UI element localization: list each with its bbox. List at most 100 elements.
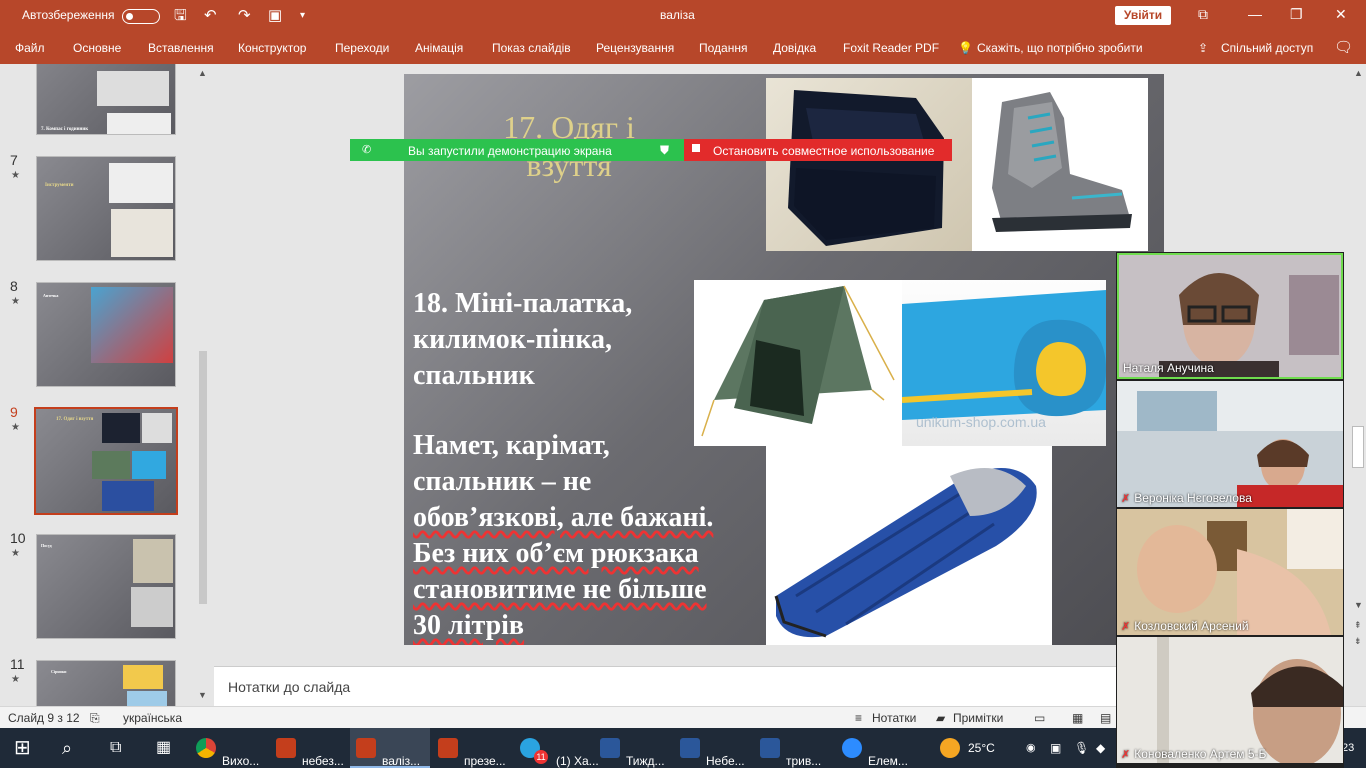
participant-name: ✗ Козловский Арсений (1121, 619, 1249, 633)
taskbar-item[interactable]: Елем... (838, 728, 918, 768)
slide-thumbnails-panel[interactable]: 7. Компас і годинник 7 ★ Інструменти 8 ★… (0, 64, 212, 706)
taskbar-item-active[interactable]: валіз... (350, 728, 430, 768)
ribbon-tabs: Файл Основне Вставлення Конструктор Пере… (0, 32, 1366, 64)
tab-transitions[interactable]: Переходи (335, 41, 389, 55)
calculator-icon[interactable]: ▦ (156, 728, 171, 768)
reading-view-icon[interactable]: ▤ (1100, 711, 1111, 725)
autosave-label: Автозбереження (22, 8, 115, 22)
tray-icon[interactable]: ◆ (1096, 728, 1105, 768)
tab-insert[interactable]: Вставлення (148, 41, 214, 55)
thumbnails-scrollbar[interactable]: ▲ ▼ (196, 64, 210, 706)
taskbar-item[interactable]: трив... (756, 728, 834, 768)
present-icon[interactable]: ▣ (268, 6, 282, 26)
slide-thumbnail[interactable]: 7. Компас і годинник (36, 64, 176, 135)
participant-name: Наталя Анучина (1123, 361, 1214, 375)
powerpoint-icon (276, 738, 296, 758)
body-line: обов’язкові, але бажані. (413, 502, 714, 533)
slide-number: 7 (10, 152, 18, 168)
normal-view-icon[interactable]: ▭ (1034, 711, 1045, 725)
undo-icon[interactable]: ↶ (204, 6, 217, 26)
share-icon[interactable]: ⇪ (1198, 41, 1208, 55)
comment-icon[interactable]: ▰ (936, 711, 945, 725)
microphone-icon[interactable]: 🎙 (1074, 728, 1089, 768)
qat-more-icon[interactable]: ▾ (300, 6, 305, 26)
redo-icon[interactable]: ↷ (238, 6, 251, 26)
notes-icon[interactable]: ≡ (855, 711, 862, 725)
slide-thumbnail[interactable]: Сірники (36, 660, 176, 706)
animation-star-icon: ★ (11, 296, 20, 307)
language-indicator[interactable]: українська (123, 711, 182, 725)
notes-toggle[interactable]: Нотатки (872, 711, 916, 725)
taskbar-item[interactable]: 11 (1) Ха... (514, 728, 599, 768)
taskbar-item[interactable]: небез... (270, 728, 348, 768)
autosave-toggle[interactable] (122, 9, 160, 24)
weather-temp[interactable]: 25°C (968, 741, 995, 755)
muted-mic-icon: ✗ (1121, 749, 1131, 761)
minimize-icon[interactable]: — (1248, 6, 1262, 22)
notes-pane[interactable]: Нотатки до слайда (214, 666, 1116, 706)
slide-number: 10 (10, 530, 26, 546)
taskbar-item[interactable]: Небе... (676, 728, 754, 768)
slide-thumbnail-selected[interactable]: 17. Одяг і взуття (34, 407, 178, 515)
tab-design[interactable]: Конструктор (238, 41, 306, 55)
video-participants-panel: Наталя Анучина ✗ Вероніка Нєговелова ✗ Коз… (1116, 252, 1344, 768)
tab-review[interactable]: Рецензування (596, 41, 674, 55)
comments-toggle[interactable]: Примітки (953, 711, 1003, 725)
taskbar-item[interactable]: Вихо... (190, 728, 268, 768)
tab-animations[interactable]: Анімація (415, 41, 463, 55)
slide-heading[interactable]: 18. Міні-палатка, килимок-пінка, спальни… (413, 286, 703, 394)
participant-video[interactable]: ✗ Вероніка Нєговелова (1117, 381, 1343, 507)
comments-icon[interactable]: 🗨 (1334, 38, 1353, 56)
shield-icon: ⛊ (660, 143, 670, 157)
signin-button[interactable]: Увійти (1115, 6, 1171, 25)
stop-share-button[interactable]: Остановить совместное использование (684, 139, 952, 161)
weather-icon[interactable] (940, 738, 960, 758)
slide-thumbnail[interactable]: Аптечка (36, 282, 176, 387)
tab-slideshow[interactable]: Показ слайдів (492, 41, 571, 55)
sleeping-mat-photo[interactable]: unikum-shop.com.ua (902, 280, 1106, 446)
powerpoint-icon (356, 738, 376, 758)
tray-icon[interactable]: ▣ (1050, 728, 1061, 768)
chrome-icon (196, 738, 216, 758)
tab-home[interactable]: Основне (73, 41, 121, 55)
body-line: спальник – не (413, 466, 592, 497)
animation-star-icon: ★ (11, 674, 20, 685)
slide-thumbnail[interactable]: Інструменти (36, 156, 176, 261)
taskbar-item[interactable]: презе... (432, 728, 512, 768)
participant-video[interactable]: Наталя Анучина (1117, 253, 1343, 379)
slide-number: 9 (10, 404, 18, 420)
body-line: 30 літрів (413, 610, 525, 641)
participant-video[interactable]: ✗ Козловский Арсений (1117, 509, 1343, 635)
ribbon-options-icon[interactable]: ⧉ (1198, 6, 1208, 23)
animation-star-icon: ★ (11, 422, 20, 433)
windows-start-icon[interactable]: ⊞ (14, 728, 31, 768)
hiking-boot-photo[interactable] (972, 78, 1148, 251)
participant-video[interactable]: ✗ Коноваленко Артем 5-Б (1117, 637, 1343, 763)
tell-me-search[interactable]: Скажіть, що потрібно зробити (977, 41, 1143, 55)
slide-scrollbar[interactable]: ▲ ▼ ⇞ ⇟ (1350, 64, 1366, 706)
sleeping-bag-photo[interactable] (766, 446, 1052, 645)
tab-view[interactable]: Подання (699, 41, 747, 55)
phone-icon: ✆ (362, 144, 372, 156)
slide-body-text[interactable]: Намет, карімат, спальник – не обов’язков… (413, 428, 753, 644)
tent-photo[interactable] (694, 280, 902, 446)
tab-foxit[interactable]: Foxit Reader PDF (843, 41, 939, 55)
tab-file[interactable]: Файл (15, 41, 45, 55)
share-button[interactable]: Спільний доступ (1221, 41, 1313, 55)
task-view-icon[interactable]: ⧉ (110, 728, 121, 768)
body-line: становитиме не більше (413, 574, 707, 605)
slide-thumbnail[interactable]: Посуд (36, 534, 176, 639)
close-icon[interactable]: ✕ (1335, 6, 1347, 23)
tab-help[interactable]: Довідка (773, 41, 816, 55)
tray-icon[interactable]: ◉ (1026, 728, 1036, 768)
search-icon[interactable]: ⌕ (62, 728, 72, 768)
save-icon[interactable]: 🖫 (174, 6, 187, 26)
sorter-view-icon[interactable]: ▦ (1072, 711, 1083, 725)
participant-name: ✗ Коноваленко Артем 5-Б (1121, 747, 1267, 761)
restore-icon[interactable]: ❐ (1290, 6, 1303, 23)
trousers-photo[interactable] (766, 78, 972, 251)
title-bar: Автозбереження 🖫 ↶ ↷ ▣ ▾ валіза Увійти ⧉… (0, 0, 1366, 32)
notes-placeholder: Нотатки до слайда (228, 679, 351, 695)
taskbar-item[interactable]: Тижд... (596, 728, 674, 768)
spellcheck-icon[interactable]: ⎘ (90, 711, 100, 726)
